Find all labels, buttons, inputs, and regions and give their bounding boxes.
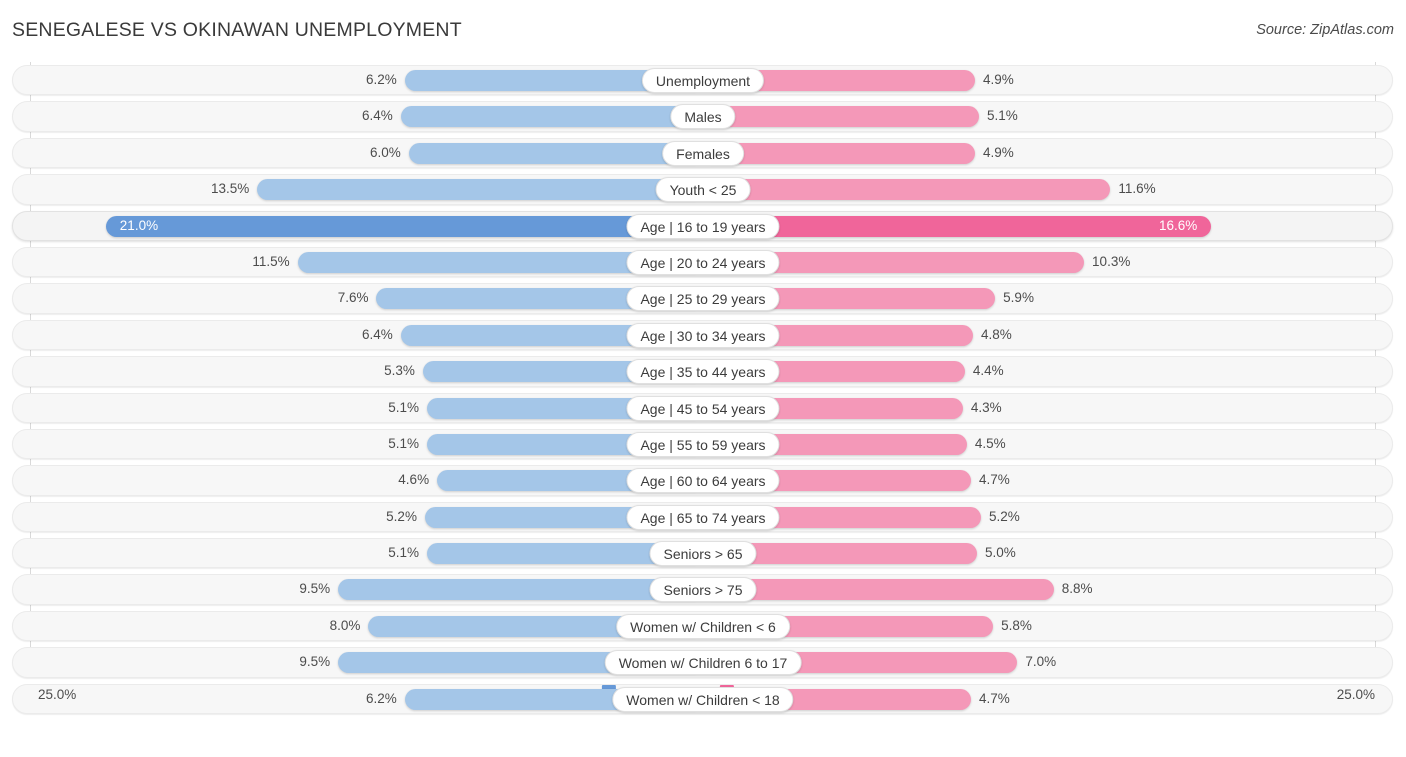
value-senegalese: 8.0% [329,617,361,633]
row-category-label[interactable]: Age | 30 to 34 years [626,322,780,348]
value-senegalese: 6.2% [365,72,397,87]
bar-row: 6.0% 4.9% Females [0,135,1406,171]
bar-row: 5.1% 5.0% Seniors > 65 [0,535,1406,571]
row-category-label[interactable]: Age | 60 to 64 years [626,468,780,494]
row-category-label[interactable]: Age | 20 to 24 years [626,249,780,275]
value-okinawan: 4.8% [980,326,1012,342]
row-category-label[interactable]: Seniors > 75 [649,577,757,603]
value-senegalese: 9.5% [299,581,331,597]
bar-senegalese[interactable] [257,179,703,201]
value-senegalese: 9.5% [299,654,331,670]
value-okinawan: 4.7% [978,472,1010,488]
value-senegalese: 5.3% [384,363,415,379]
bar-okinawan[interactable] [703,106,980,128]
value-okinawan: 7.0% [1025,654,1057,670]
value-senegalese: 21.0% [119,217,159,233]
value-okinawan: 4.9% [982,144,1014,160]
value-senegalese: 6.2% [365,690,397,706]
row-category-label[interactable]: Age | 55 to 59 years [626,431,780,457]
bar-row: 11.5% 10.3% Age | 20 to 24 years [0,244,1406,280]
row-category-label[interactable]: Youth < 25 [655,177,751,203]
value-okinawan: 5.9% [1003,290,1034,306]
bar-row: 4.6% 4.7% Age | 60 to 64 years [0,462,1406,498]
value-senegalese: 5.1% [388,545,419,561]
value-senegalese: 11.5% [252,253,290,269]
bar-senegalese[interactable] [408,142,703,164]
value-senegalese: 5.2% [386,508,417,524]
row-category-label[interactable]: Age | 35 to 44 years [626,359,780,385]
chart-page: SENEGALESE VS OKINAWAN UNEMPLOYMENT Sour… [0,0,1406,757]
value-okinawan: 4.3% [970,399,1002,415]
value-okinawan: 5.0% [985,545,1016,561]
value-okinawan: 4.9% [982,72,1014,87]
value-senegalese: 5.1% [388,399,419,415]
bar-row: 7.6% 5.9% Age | 25 to 29 years [0,280,1406,316]
value-okinawan: 10.3% [1092,253,1131,269]
value-okinawan: 16.6% [1159,217,1198,233]
bar-row: 9.5% 8.8% Seniors > 75 [0,571,1406,607]
bar-senegalese[interactable] [105,215,703,237]
value-okinawan: 8.8% [1061,581,1093,597]
value-senegalese: 5.1% [388,435,419,451]
row-category-label[interactable]: Age | 16 to 19 years [626,213,780,239]
value-okinawan: 5.8% [1001,617,1032,633]
value-senegalese: 6.4% [361,326,393,342]
bar-row: 5.2% 5.2% Age | 65 to 74 years [0,499,1406,535]
value-okinawan: 11.6% [1118,181,1156,197]
row-category-label[interactable]: Age | 45 to 54 years [626,395,780,421]
chart-plot-area: 6.2% 4.9% Unemployment 6.4% 5.1% Males 6.0% 4.9… [0,62,1406,717]
value-okinawan: 4.4% [972,363,1004,379]
value-okinawan: 5.2% [989,508,1020,524]
row-category-label[interactable]: Age | 65 to 74 years [626,504,780,530]
bar-row: 6.4% 4.8% Age | 30 to 34 years [0,317,1406,353]
row-category-label[interactable]: Women w/ Children 6 to 17 [604,650,802,676]
row-category-label[interactable]: Unemployment [641,68,765,93]
row-category-label[interactable]: Females [662,140,744,166]
bar-row: 21.0% 16.6% Age | 16 to 19 years [0,208,1406,244]
source-attribution: Source: ZipAtlas.com [1256,22,1394,38]
page-title: SENEGALESE VS OKINAWAN UNEMPLOYMENT [12,19,462,41]
bar-senegalese[interactable] [400,106,703,128]
bar-senegalese[interactable] [338,579,703,601]
row-category-label[interactable]: Males [670,104,736,130]
row-category-label[interactable]: Women w/ Children < 18 [612,686,794,712]
row-category-label[interactable]: Women w/ Children < 6 [616,613,790,639]
row-category-label[interactable]: Seniors > 65 [649,541,757,567]
bar-okinawan[interactable] [703,179,1111,201]
bar-row: 8.0% 5.8% Women w/ Children < 6 [0,608,1406,644]
bar-row: 13.5% 11.6% Youth < 25 [0,171,1406,207]
bar-row: 6.2% 4.9% Unemployment [0,62,1406,98]
value-senegalese: 4.6% [398,472,430,488]
value-okinawan: 4.5% [974,435,1006,451]
value-senegalese: 6.0% [370,144,401,160]
bar-row: 5.3% 4.4% Age | 35 to 44 years [0,353,1406,389]
value-okinawan: 5.1% [987,108,1018,124]
row-category-label[interactable]: Age | 25 to 29 years [626,286,780,312]
bar-rows: 6.2% 4.9% Unemployment 6.4% 5.1% Males 6.0% 4.9… [0,62,1406,717]
value-senegalese: 6.4% [361,108,393,124]
value-okinawan: 4.7% [978,690,1010,706]
bar-row: 5.1% 4.3% Age | 45 to 54 years [0,390,1406,426]
bar-row: 6.4% 5.1% Males [0,98,1406,134]
bar-row: 5.1% 4.5% Age | 55 to 59 years [0,426,1406,462]
value-senegalese: 7.6% [337,290,369,306]
axis-label-right: 25.0% [1336,687,1375,702]
value-senegalese: 13.5% [211,181,250,197]
